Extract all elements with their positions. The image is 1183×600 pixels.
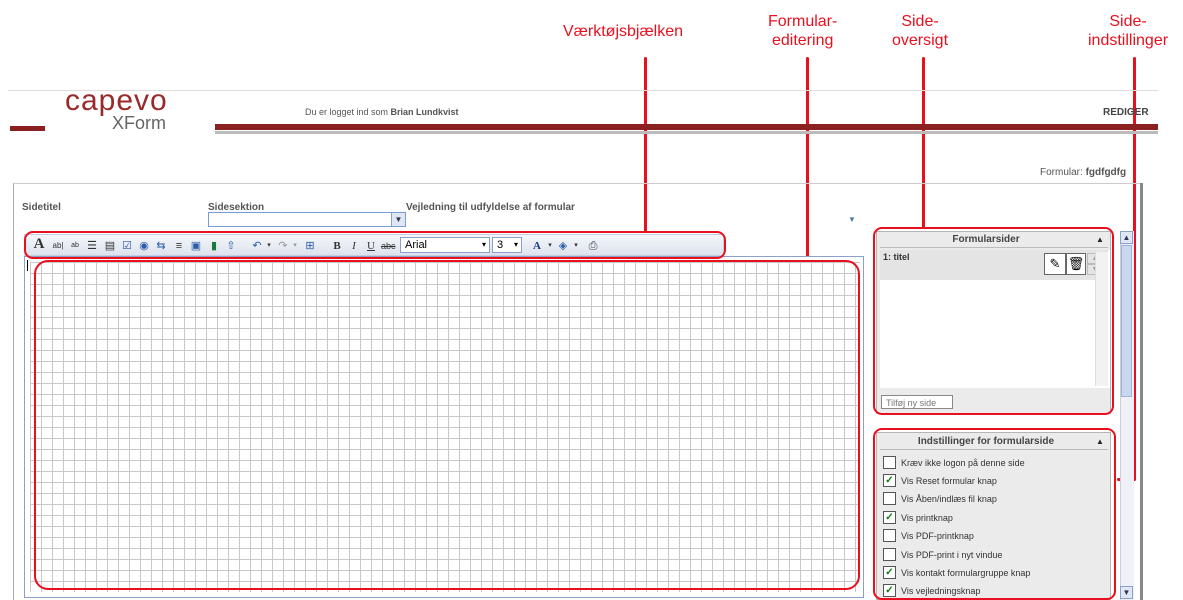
page-settings-highlight: [873, 428, 1116, 600]
page-title-input[interactable]: [22, 214, 202, 226]
form-editing-highlight: [34, 260, 860, 590]
callout-page-overview-line1: Side-: [901, 13, 939, 30]
callout-page-overview: Side- oversigt: [892, 12, 948, 50]
page-title-label: Sidetitel: [22, 202, 61, 213]
chevron-down-icon[interactable]: ▼: [391, 213, 405, 226]
logged-in-text: Du er logget ind som Brian Lundkvist: [305, 107, 459, 117]
page-overview-highlight: [873, 227, 1114, 415]
callout-page-settings: Side- indstillinger: [1088, 12, 1168, 50]
callout-form-editing-line1: Formular-: [768, 13, 838, 30]
callout-form-editing-line2: editering: [771, 32, 834, 49]
guidance-expand-icon[interactable]: ▼: [848, 215, 856, 224]
scroll-down-icon[interactable]: ▼: [1120, 586, 1133, 599]
page-section-select[interactable]: ▼: [208, 212, 406, 227]
callout-page-settings-line1: Side-: [1109, 13, 1147, 30]
form-name-value: fgdfgdfg: [1085, 167, 1127, 178]
logo-sub-text: XForm: [112, 113, 166, 133]
toolbar-highlight: [24, 231, 726, 259]
logged-in-prefix: Du er logget ind som: [305, 107, 391, 117]
header-bar-shadow: [215, 131, 1158, 134]
guidance-label: Vejledning til udfyldelse af formular: [406, 202, 575, 213]
form-label: Formular:: [1040, 167, 1086, 178]
mode-label: REDIGER: [1103, 107, 1149, 118]
main-frame-right-border: [1140, 183, 1143, 600]
header-bar: [215, 124, 1158, 130]
scroll-up-icon[interactable]: ▲: [1120, 231, 1133, 244]
form-name: Formular: fgdfgdfg: [1040, 167, 1126, 178]
callout-toolbar: Værktøjsbjælken: [563, 23, 684, 40]
header-left-bar: [10, 126, 45, 131]
callout-page-overview-line2: oversigt: [892, 32, 949, 49]
user-name: Brian Lundkvist: [390, 107, 459, 117]
callout-page-settings-line2: indstillinger: [1088, 32, 1169, 49]
scroll-thumb[interactable]: [1121, 245, 1132, 397]
text-cursor: [27, 260, 28, 271]
callout-form-editing: Formular- editering: [768, 12, 837, 50]
logo: capevo XForm: [65, 84, 195, 134]
